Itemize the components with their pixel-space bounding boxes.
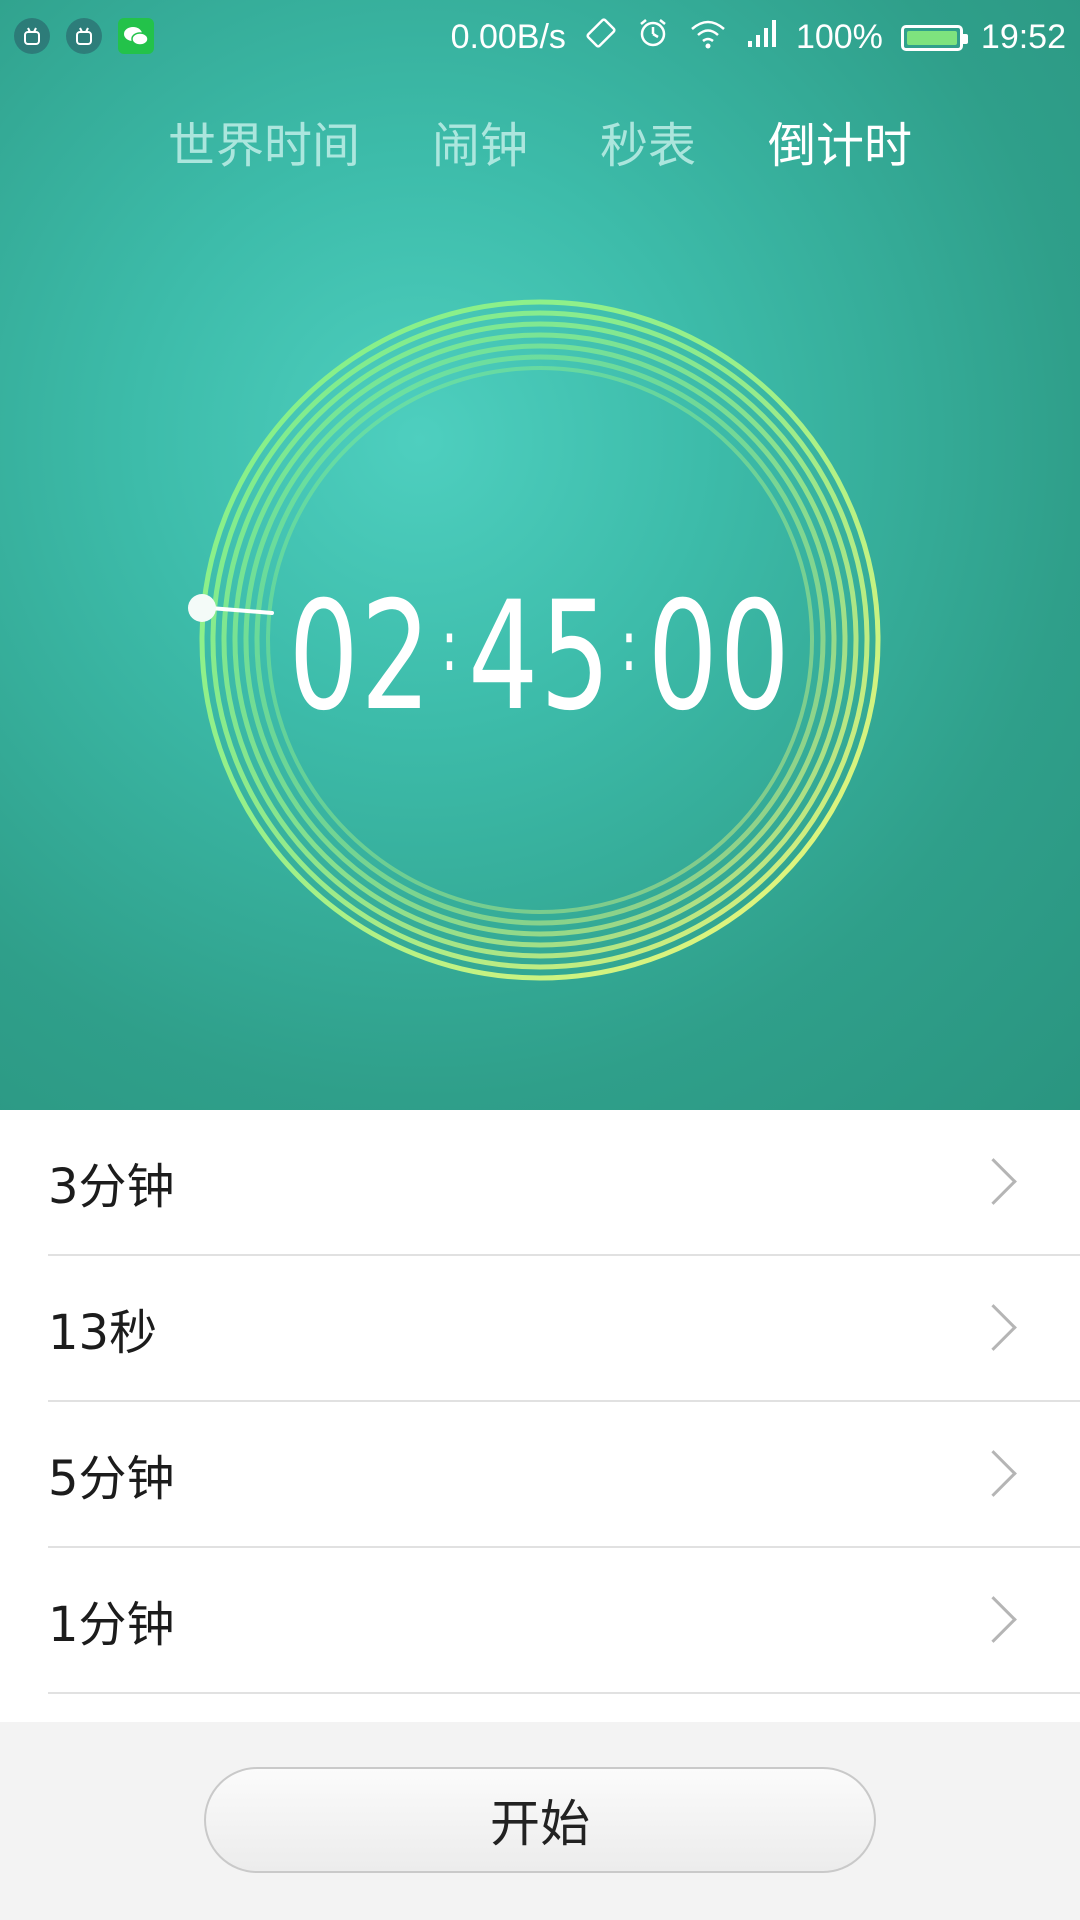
tab-alarm[interactable]: 闹钟: [396, 110, 564, 182]
system-status: 0.00B/s 100% 19:52: [451, 16, 1066, 59]
list-item[interactable]: 13秒: [48, 1256, 1080, 1402]
timer-minutes: 45: [467, 570, 613, 744]
chevron-right-icon: [970, 1304, 1017, 1351]
android-icon: [66, 18, 102, 54]
start-button[interactable]: 开始: [204, 1767, 876, 1873]
tab-countdown[interactable]: 倒计时: [732, 110, 948, 182]
wechat-icon: [118, 18, 154, 54]
tab-stopwatch[interactable]: 秒表: [564, 110, 732, 182]
preset-list: 3分钟 13秒 5分钟 1分钟: [0, 1110, 1080, 1722]
timer-hours: 02: [288, 570, 433, 744]
chevron-right-icon: [970, 1596, 1017, 1643]
chevron-right-icon: [970, 1450, 1017, 1497]
preset-label: 1分钟: [48, 1597, 175, 1653]
timer-separator: :: [620, 605, 640, 687]
signal-icon: [746, 17, 778, 58]
bottom-bar: 开始: [0, 1722, 1080, 1920]
alarm-icon: [636, 16, 670, 59]
clock-time: 19:52: [980, 18, 1066, 56]
tab-bar: 世界时间 闹钟 秒表 倒计时: [0, 110, 1080, 182]
list-item[interactable]: 3分钟: [48, 1110, 1080, 1256]
countdown-display: 02:45:00: [97, 570, 983, 744]
chevron-right-icon: [970, 1158, 1017, 1205]
tab-world-time[interactable]: 世界时间: [132, 110, 396, 182]
preset-label: 3分钟: [48, 1159, 175, 1215]
timer-seconds: 00: [647, 570, 792, 744]
net-speed: 0.00B/s: [450, 18, 566, 56]
status-bar: 0.00B/s 100% 19:52: [0, 0, 1080, 78]
android-icon: [14, 18, 50, 54]
timer-hero: 0.00B/s 100% 19:52 世界时间 闹钟 秒表 倒计时 02:45…: [0, 0, 1080, 1110]
preset-label: 5分钟: [48, 1451, 175, 1507]
battery-icon: [900, 24, 968, 51]
list-item[interactable]: 1分钟: [48, 1548, 1080, 1694]
timer-separator: :: [440, 605, 460, 687]
wifi-icon: [688, 17, 728, 58]
preset-label: 13秒: [48, 1305, 158, 1361]
rotation-lock-icon: [584, 16, 618, 59]
list-item[interactable]: 5分钟: [48, 1402, 1080, 1548]
notification-icons: [14, 18, 154, 54]
battery-percent: 100%: [795, 18, 883, 56]
